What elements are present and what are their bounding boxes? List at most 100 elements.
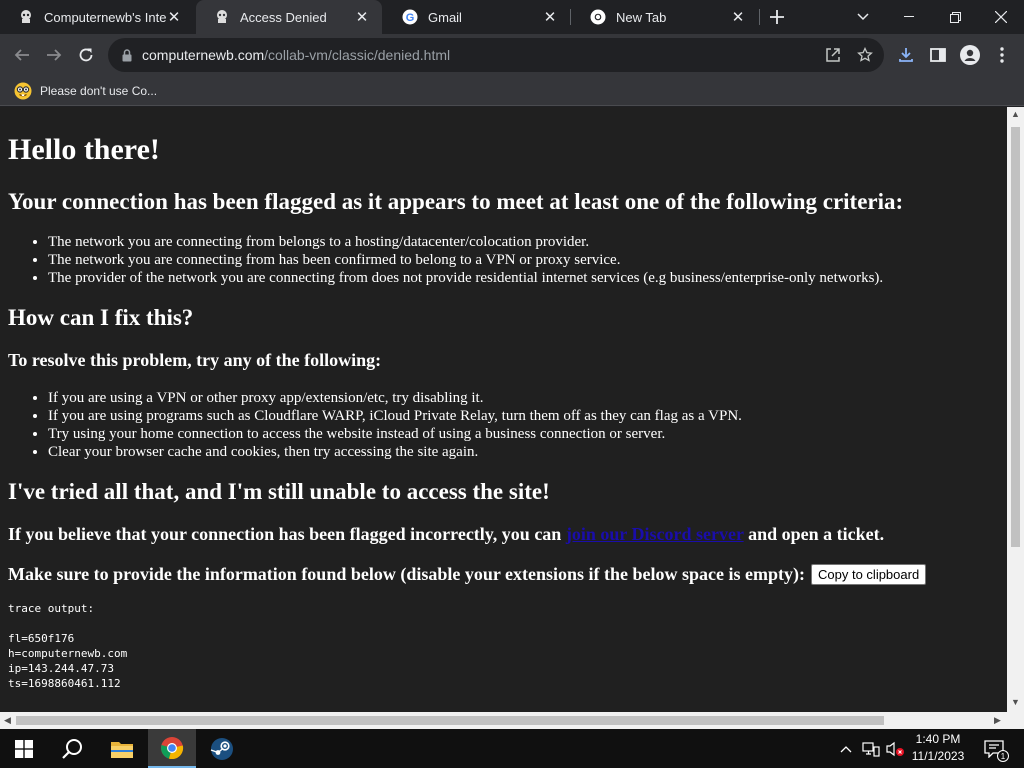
- trace-label: trace output:: [8, 602, 95, 615]
- url-path: /collab-vm/classic/denied.html: [264, 47, 451, 63]
- download-icon: [899, 48, 913, 62]
- profile-button[interactable]: [954, 39, 986, 71]
- svg-text:G: G: [406, 12, 415, 24]
- trace-line: h=computernewb.com: [8, 647, 128, 660]
- system-clock[interactable]: 1:40 PM 11/1/2023: [906, 731, 970, 765]
- trace-line: fl=650f176: [8, 632, 75, 645]
- restore-button[interactable]: [932, 0, 978, 34]
- clock-date: 11/1/2023: [911, 749, 965, 763]
- side-panel-button[interactable]: [922, 39, 954, 71]
- tab-separator: [570, 9, 571, 25]
- new-tab-button[interactable]: [762, 0, 792, 34]
- tab-search-button[interactable]: [848, 0, 878, 34]
- notification-center-button[interactable]: 1: [978, 729, 1010, 768]
- bookmark-item[interactable]: Please don't use Co...: [8, 79, 163, 103]
- bookmark-label: Please don't use Co...: [40, 84, 158, 98]
- side-panel-icon: [930, 48, 946, 62]
- tab-title: Access Denied: [240, 9, 327, 25]
- list-item: Try using your home connection to access…: [48, 425, 999, 443]
- scroll-down-arrow-icon[interactable]: ▼: [1011, 697, 1020, 707]
- believe-text: If you believe that your connection has …: [8, 523, 999, 545]
- scroll-right-arrow-icon[interactable]: ▶: [994, 715, 1001, 726]
- tab-title: New Tab: [616, 9, 667, 25]
- chevron-up-icon: [840, 745, 852, 752]
- back-arrow-icon: [14, 49, 29, 61]
- notification-badge: 1: [997, 750, 1009, 762]
- url-text[interactable]: computernewb.com/collab-vm/classic/denie…: [142, 47, 450, 63]
- horizontal-scrollbar-thumb[interactable]: [16, 716, 884, 725]
- minimize-button[interactable]: [886, 0, 932, 34]
- tab-separator: [759, 9, 760, 25]
- horizontal-scrollbar[interactable]: ◀ ▶: [0, 712, 1024, 729]
- forward-button[interactable]: [38, 39, 70, 71]
- criteria-list: The network you are connecting from belo…: [48, 233, 999, 287]
- taskbar-steam[interactable]: [198, 729, 246, 768]
- page-heading: Hello there!: [8, 133, 160, 166]
- address-bar[interactable]: computernewb.com/collab-vm/classic/denie…: [108, 38, 884, 72]
- plus-icon: [770, 10, 784, 24]
- provide-row: Make sure to provide the information fou…: [8, 563, 999, 585]
- scroll-left-arrow-icon[interactable]: ◀: [4, 715, 11, 726]
- tab-access-denied[interactable]: Access Denied ✕: [196, 0, 382, 34]
- close-icon: [995, 11, 1007, 23]
- list-item: The provider of the network you are conn…: [48, 269, 999, 287]
- chevron-down-icon: [857, 13, 869, 21]
- tab-gmail[interactable]: G Gmail ✕: [384, 0, 570, 34]
- windows-taskbar: 1:40 PM 11/1/2023 1: [0, 729, 1024, 768]
- flagged-heading: Your connection has been flagged as it a…: [8, 189, 904, 214]
- nerd-face-icon: [14, 82, 32, 100]
- fix-heading: How can I fix this?: [8, 305, 194, 330]
- downloads-button[interactable]: [890, 39, 922, 71]
- chrome-icon: [161, 736, 184, 759]
- taskbar-file-explorer[interactable]: [98, 729, 146, 768]
- close-tab-icon[interactable]: ✕: [730, 9, 746, 26]
- minimize-icon: [904, 16, 914, 17]
- computernewb-favicon-icon: [18, 9, 34, 25]
- list-item: The network you are connecting from belo…: [48, 233, 999, 251]
- taskbar-chrome[interactable]: [148, 729, 196, 768]
- share-icon[interactable]: [820, 42, 846, 68]
- tab-new-tab[interactable]: New Tab ✕: [572, 0, 758, 34]
- windows-logo-icon: [15, 739, 33, 758]
- back-button[interactable]: [6, 39, 38, 71]
- close-tab-icon[interactable]: ✕: [166, 9, 182, 26]
- network-status[interactable]: [860, 729, 882, 768]
- scroll-up-arrow-icon[interactable]: ▲: [1011, 109, 1020, 119]
- copy-to-clipboard-button[interactable]: Copy to clipboard: [811, 563, 927, 585]
- bookmarks-bar: Please don't use Co...: [0, 76, 1024, 106]
- page-viewport: Hello there! Your connection has been fl…: [0, 107, 1007, 712]
- search-button[interactable]: [48, 729, 96, 768]
- resolve-heading: To resolve this problem, try any of the …: [8, 350, 382, 370]
- close-window-button[interactable]: [978, 0, 1024, 34]
- volume-status[interactable]: [884, 729, 906, 768]
- reload-icon: [79, 48, 93, 62]
- clock-time: 1:40 PM: [915, 732, 961, 746]
- start-button[interactable]: [0, 729, 48, 768]
- tab-computernewb[interactable]: Computernewb's Inter ✕: [0, 0, 194, 34]
- show-hidden-icons-button[interactable]: [836, 729, 856, 768]
- close-tab-icon[interactable]: ✕: [354, 9, 370, 26]
- discord-link[interactable]: join our Discord server: [566, 524, 744, 544]
- kebab-menu-icon: [1000, 47, 1004, 63]
- vertical-scrollbar[interactable]: ▲ ▼: [1007, 107, 1024, 712]
- restore-icon: [949, 11, 961, 23]
- provide-text: Make sure to provide the information fou…: [8, 564, 806, 584]
- close-tab-icon[interactable]: ✕: [542, 9, 558, 26]
- list-item: Clear your browser cache and cookies, th…: [48, 443, 999, 461]
- believe-prefix: If you believe that your connection has …: [8, 524, 562, 544]
- list-item: If you are using a VPN or other proxy ap…: [48, 389, 999, 407]
- forward-arrow-icon: [47, 49, 62, 61]
- lock-icon[interactable]: [120, 48, 134, 62]
- fixes-list: If you are using a VPN or other proxy ap…: [48, 389, 999, 461]
- menu-button[interactable]: [986, 39, 1018, 71]
- reload-button[interactable]: [70, 39, 102, 71]
- search-icon: [62, 738, 82, 759]
- chrome-favicon-icon: [590, 9, 606, 25]
- list-item: If you are using programs such as Cloudf…: [48, 407, 999, 425]
- volume-muted-icon: [886, 741, 904, 756]
- vertical-scrollbar-thumb[interactable]: [1011, 127, 1020, 547]
- trace-output: trace output: fl=650f176 h=computernewb.co…: [8, 601, 999, 691]
- computernewb-favicon-icon: [214, 9, 230, 25]
- bookmark-star-icon[interactable]: [852, 42, 878, 68]
- profile-avatar-icon: [960, 45, 980, 65]
